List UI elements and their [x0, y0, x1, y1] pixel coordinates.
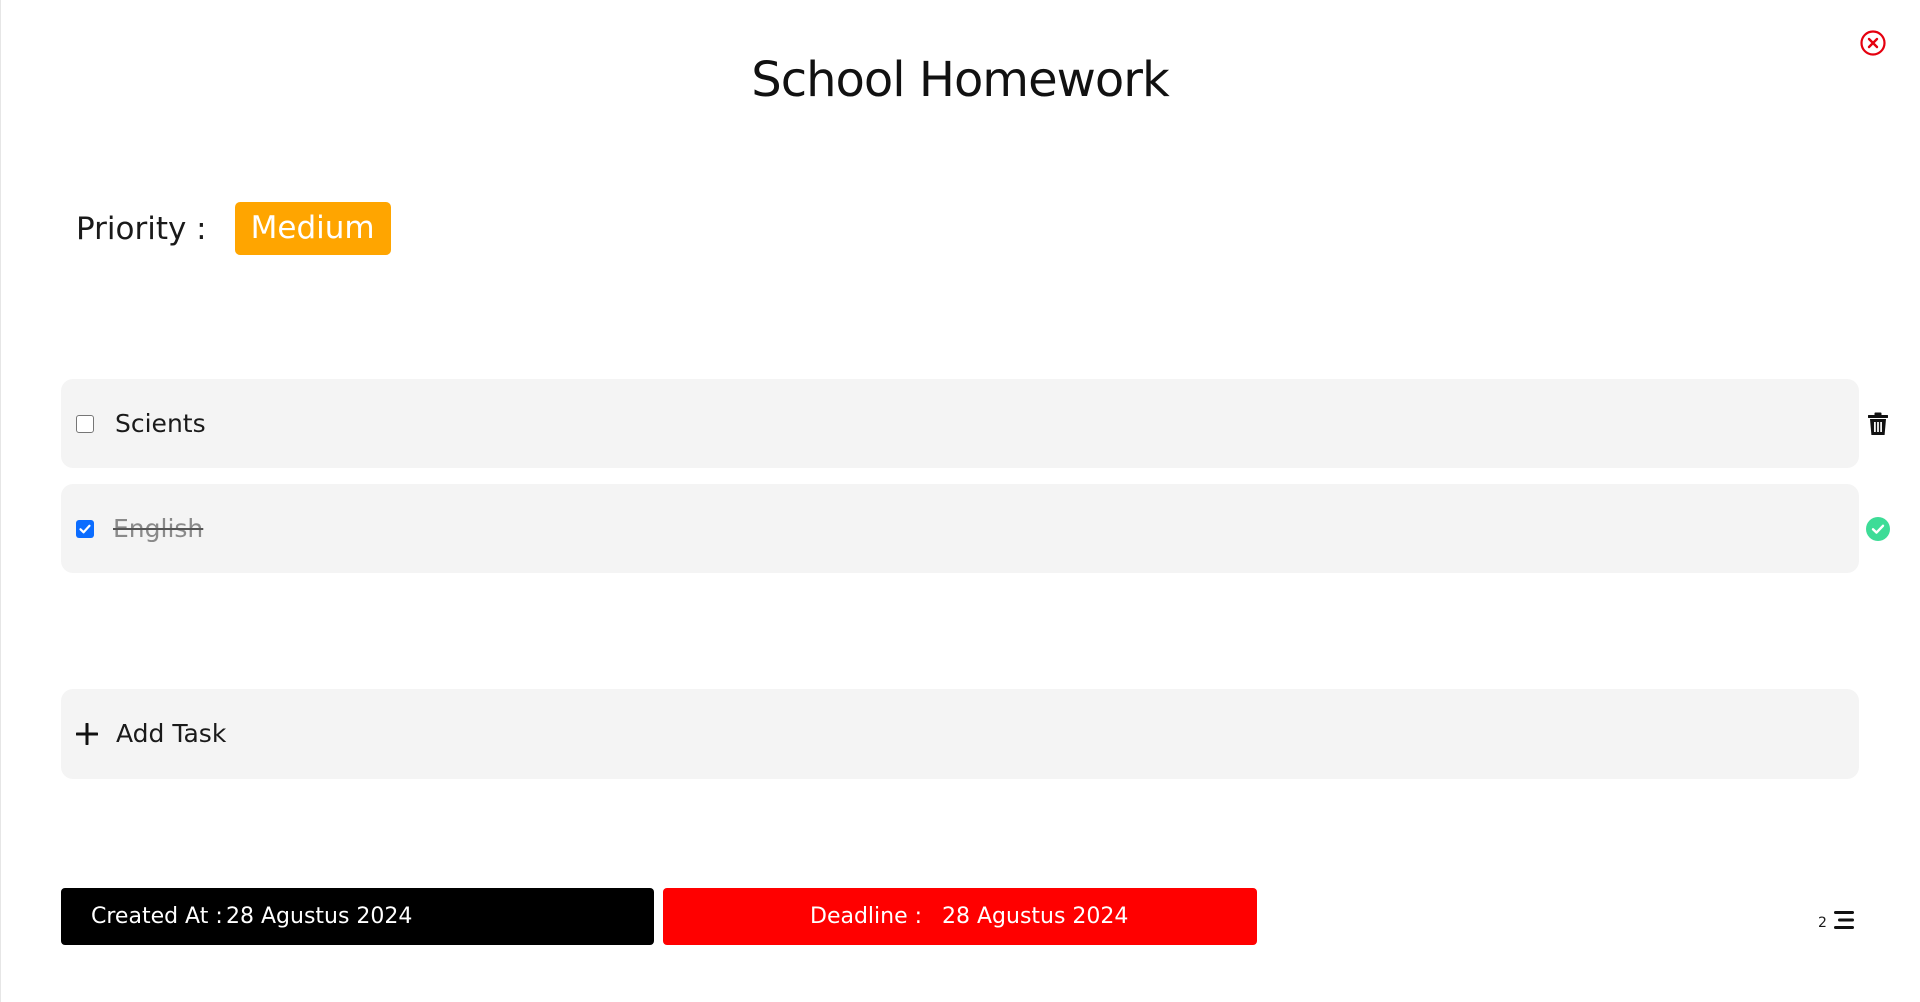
plus-icon: [76, 723, 98, 745]
task-item: English: [61, 484, 1890, 573]
task-checkbox[interactable]: [76, 519, 94, 538]
delete-task-button[interactable]: [1866, 412, 1890, 436]
deadline-value: 28 Agustus 2024: [942, 904, 1129, 929]
modal-border: [0, 0, 1, 1002]
task-count-value: 2: [1818, 915, 1827, 931]
task-complete-indicator: [1866, 516, 1890, 541]
check-circle-icon: [1866, 516, 1890, 541]
list-icon[interactable]: [1832, 910, 1856, 930]
add-task-label: Add Task: [116, 719, 227, 748]
priority-label: Priority :: [76, 210, 207, 247]
task-checkbox[interactable]: [76, 414, 94, 433]
deadline-box: Deadline : 28 Agustus 2024: [663, 888, 1257, 945]
created-at-label: Created At :: [91, 904, 223, 929]
created-at-box: Created At : 28 Agustus 2024: [61, 888, 654, 945]
trash-icon: [1868, 412, 1888, 435]
task-detail-modal: School Homework Priority : Medium Scient…: [0, 0, 1920, 1002]
priority-row: Priority : Medium: [76, 202, 391, 255]
task-label: Scients: [115, 409, 206, 438]
deadline-label: Deadline :: [810, 904, 923, 929]
task-count: 2: [1818, 906, 1856, 930]
add-task-button[interactable]: Add Task: [61, 689, 1859, 779]
task-item: Scients: [61, 379, 1888, 468]
task-label: English: [113, 514, 204, 543]
created-at-value: 28 Agustus 2024: [226, 904, 413, 929]
priority-badge: Medium: [234, 202, 391, 255]
page-title: School Homework: [751, 52, 1170, 108]
checkmark-icon: [79, 524, 91, 533]
